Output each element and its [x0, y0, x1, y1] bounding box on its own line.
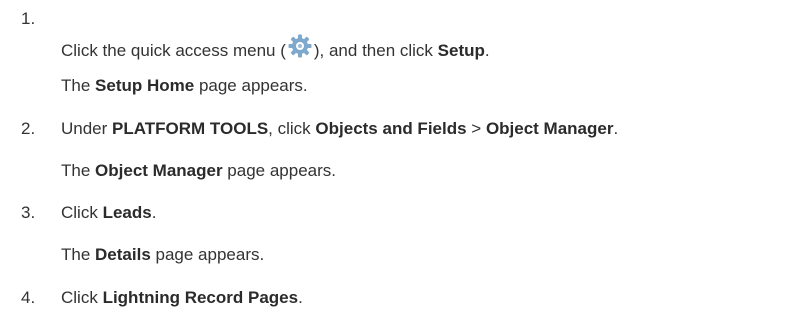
step-2-platform-tools: PLATFORM TOOLS [112, 119, 269, 138]
step-2-text-post: . [613, 119, 619, 138]
step-2-result-post: page appears. [222, 161, 336, 180]
step-3-leads: Leads [102, 203, 152, 222]
step-3-result-page: Details [95, 245, 151, 264]
step-3-result-pre: The [61, 245, 96, 264]
step-2-result-pre: The [61, 161, 96, 180]
step-2-result-page: Object Manager [95, 161, 223, 180]
step-2-separator: > [466, 119, 486, 138]
step-1-result-pre: The [61, 76, 96, 95]
step-1-setup-label: Setup [437, 41, 485, 60]
step-1-number: 1. [21, 9, 36, 28]
step-1-result-post: page appears. [194, 76, 308, 95]
step-4-text-pre: Click [61, 288, 103, 307]
gear-icon [287, 33, 313, 59]
step-3-number: 3. [21, 203, 36, 222]
step-2-number: 2. [21, 119, 36, 138]
step-2-result: The Object Manager page appears. [61, 161, 336, 181]
step-1-text-post: . [484, 41, 490, 60]
step-2-object-manager: Object Manager [485, 119, 614, 138]
step-2-text-mid1: , click [268, 119, 316, 138]
step-1-result-page: Setup Home [95, 76, 195, 95]
step-4-text-post: . [298, 288, 303, 307]
step-4-lightning-record-pages: Lightning Record Pages [102, 288, 299, 307]
step-4-number: 4. [21, 288, 36, 307]
step-3-text-post: . [151, 203, 157, 222]
step-3-result: The Details page appears. [61, 245, 264, 265]
step-2-instruction: Under PLATFORM TOOLS, click Objects and … [61, 119, 618, 139]
step-1-instruction: Click the quick access menu ( ), and the… [61, 33, 490, 61]
step-4-instruction: Click Lightning Record Pages. [61, 288, 303, 308]
step-1-text-mid: ), and then click [313, 41, 438, 60]
step-1-text-pre: Click the quick access menu ( [61, 41, 286, 60]
step-3-instruction: Click Leads. [61, 203, 156, 223]
step-3-text-pre: Click [61, 203, 103, 222]
step-1-result: The Setup Home page appears. [61, 76, 308, 96]
step-2-objects-and-fields: Objects and Fields [315, 119, 467, 138]
step-3-result-post: page appears. [150, 245, 265, 264]
step-2-text-pre: Under [61, 119, 113, 138]
